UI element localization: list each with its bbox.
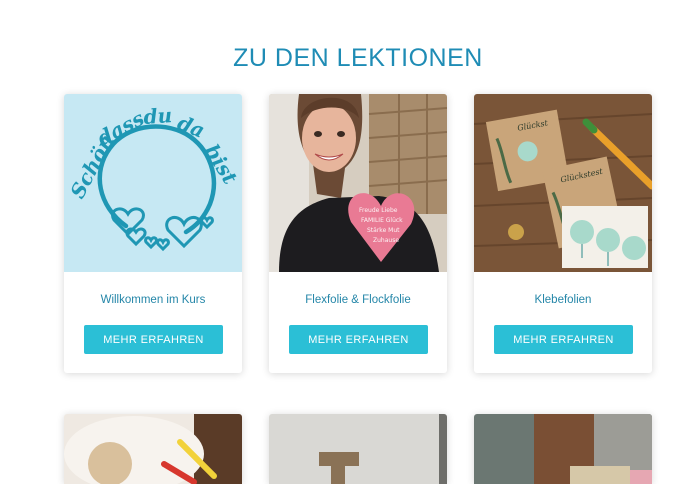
svg-text:Stärke Mut: Stärke Mut	[367, 227, 400, 234]
course-card-flexfolie[interactable]: Freude Liebe FAMILIE Glück Stärke Mut Zu…	[269, 94, 447, 373]
course-card-klebefolien[interactable]: Glückst Glückstest Klebefolien MEHR ERFA…	[474, 94, 652, 373]
course-card-partial-2[interactable]	[269, 414, 447, 484]
svg-text:du: du	[143, 103, 173, 129]
more-info-button[interactable]: MEHR ERFAHREN	[84, 325, 223, 354]
svg-text:Freude Liebe: Freude Liebe	[359, 207, 398, 214]
course-title[interactable]: Flexfolie & Flockfolie	[269, 294, 447, 306]
course-title[interactable]: Willkommen im Kurs	[64, 294, 242, 306]
woman-heart-shirt-photo: Freude Liebe FAMILIE Glück Stärke Mut Zu…	[269, 94, 447, 272]
woman-heart-shirt-image[interactable]: Freude Liebe FAMILIE Glück Stärke Mut Zu…	[269, 94, 447, 272]
wreath-illustration: Schön dass du da bist	[65, 103, 242, 252]
svg-text:Zuhause: Zuhause	[373, 237, 399, 244]
course-image-partial	[269, 414, 447, 484]
more-info-button[interactable]: MEHR ERFAHREN	[289, 325, 428, 354]
welcome-wreath-image[interactable]: Schön dass du da bist	[64, 94, 242, 272]
svg-text:da: da	[174, 110, 208, 142]
course-card-partial-3[interactable]	[474, 414, 652, 484]
course-card-partial-1[interactable]	[64, 414, 242, 484]
course-card-welcome[interactable]: Schön dass du da bist Willkommen im Kurs…	[64, 94, 242, 373]
greeting-cards-stickers-image[interactable]: Glückst Glückstest	[474, 94, 652, 272]
svg-text:bist: bist	[200, 140, 242, 189]
greeting-cards-stickers-photo: Glückst Glückstest	[474, 94, 652, 272]
course-image-partial	[474, 414, 652, 484]
more-info-button[interactable]: MEHR ERFAHREN	[494, 325, 633, 354]
svg-text:FAMILIE Glück: FAMILIE Glück	[361, 217, 403, 224]
section-heading: ZU DEN LEKTIONEN	[233, 44, 483, 72]
course-image-partial	[64, 414, 242, 484]
course-title[interactable]: Klebefolien	[474, 294, 652, 306]
svg-text:dass: dass	[93, 106, 148, 150]
